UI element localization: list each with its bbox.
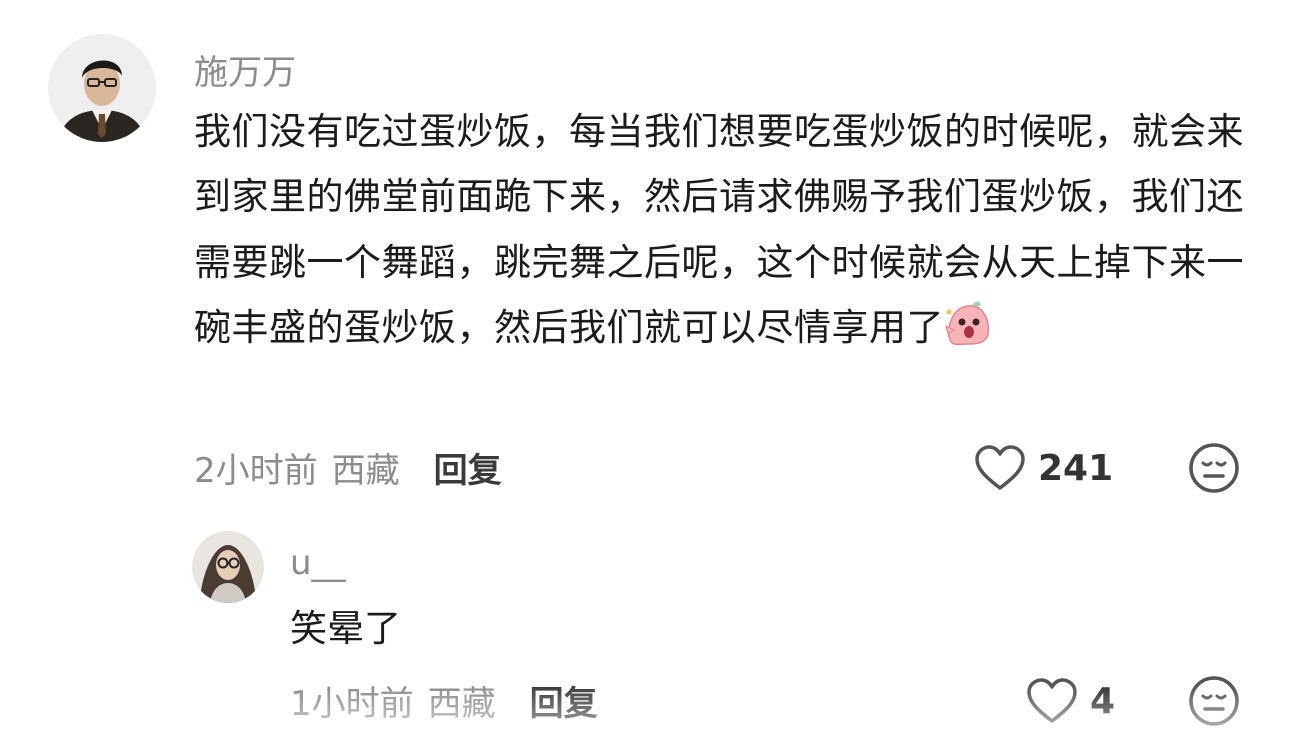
comment-time: 2小时前 <box>194 450 318 491</box>
comment-location: 西藏 <box>427 683 496 724</box>
like-button[interactable]: 4 <box>1026 676 1115 726</box>
comment-body: 我们没有吃过蛋炒饭，每当我们想要吃蛋炒饭的时候呢，就会来到家里的佛堂前面跪下来，… <box>194 110 1244 349</box>
user-name[interactable]: u__ <box>290 543 346 583</box>
like-count: 241 <box>1038 447 1114 489</box>
like-button[interactable]: 241 <box>974 443 1113 493</box>
comment-meta: 1小时前 西藏 回复 <box>290 675 598 725</box>
heart-icon <box>1027 678 1077 723</box>
user-avatar[interactable] <box>48 34 156 142</box>
comment-meta: 2小时前 西藏 回复 <box>194 442 502 492</box>
heart-icon <box>975 445 1025 490</box>
comment-text: 笑晕了 <box>290 607 401 650</box>
reply-button[interactable]: 回复 <box>434 443 502 492</box>
meh-face-icon <box>1189 443 1239 493</box>
comment-time: 1小时前 <box>290 683 414 724</box>
avatar-woman-with-glasses-icon <box>192 531 264 603</box>
dislike-button[interactable] <box>1188 675 1240 731</box>
meh-face-icon <box>1189 676 1239 726</box>
dislike-button[interactable] <box>1188 442 1240 498</box>
user-name[interactable]: 施万万 <box>194 45 296 94</box>
comment-text: 我们没有吃过蛋炒饭，每当我们想要吃蛋炒饭的时候呢，就会来到家里的佛堂前面跪下来，… <box>194 99 1244 366</box>
reply-button[interactable]: 回复 <box>530 676 598 725</box>
like-count: 4 <box>1090 680 1116 722</box>
comment-location: 西藏 <box>331 450 400 491</box>
avatar-man-in-suit-icon <box>48 34 156 142</box>
excited-pink-blob-emoji-icon <box>944 300 992 366</box>
user-avatar[interactable] <box>192 531 264 603</box>
